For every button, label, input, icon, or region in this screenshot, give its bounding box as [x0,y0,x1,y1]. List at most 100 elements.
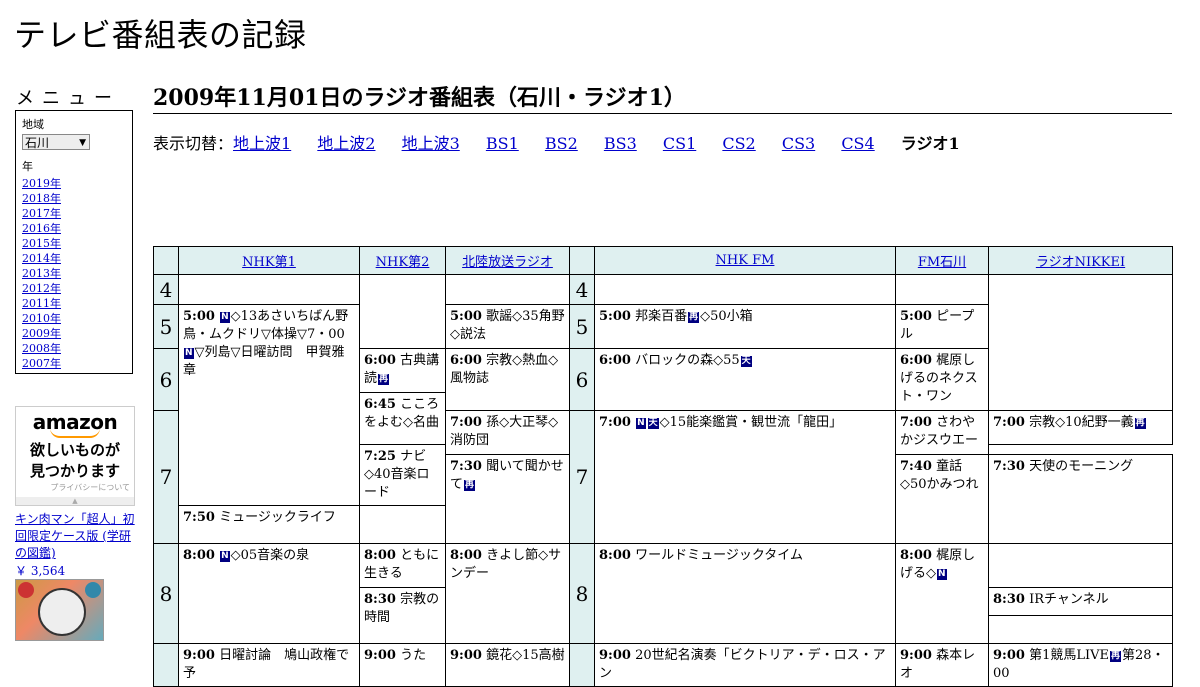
program-title: ◇05音楽の泉 [230,548,310,563]
program-title: 邦楽百番 [635,309,688,324]
switch-link-bs2[interactable]: BS2 [545,134,578,153]
program-time: 8:30 [993,592,1025,607]
channel-header: 北陸放送ラジオ [445,246,570,275]
region-select[interactable]: 石川 ▼ [22,134,90,150]
switch-link-terrestrial1[interactable]: 地上波1 [233,134,291,153]
program-cell[interactable]: 6:45 こころをよむ◇名曲 [359,392,446,445]
program-time: 5:00 [599,309,631,324]
program-cell[interactable]: 8:30 IRチャンネル [988,587,1173,616]
year-link-2018[interactable]: 2018年 [22,191,126,206]
cover-decoration [85,582,101,598]
year-link-2011[interactable]: 2011年 [22,296,126,311]
channel-link-nhk2[interactable]: NHK第2 [376,255,430,270]
program-cell[interactable]: 5:00 N ◇13あさいちばん野鳥・ムクドリ▽体操▽7・00 N ▽列島▽日曜訪問 … [178,304,360,506]
program-cell[interactable]: 9:00 うた [359,643,446,687]
program-time: 5:00 [183,309,215,324]
program-time: 9:00 [450,648,482,663]
program-cell[interactable]: 8:00 ともに生きる [359,543,446,588]
program-cell[interactable]: 7:00 孫◇大正琴◇消防団 [445,410,570,455]
year-link-2019[interactable]: 2019年 [22,176,126,191]
program-title: ▽列島▽日曜訪問 甲賀雅章 [183,345,345,378]
program-cell[interactable]: 7:30 聞いて聞かせて再 [445,454,570,544]
channel-link-nhkfm[interactable]: NHK FM [716,253,775,268]
program-cell[interactable]: 8:00 梶原しげる◇ N [895,543,989,644]
channel-link-mro[interactable]: 北陸放送ラジオ [462,255,553,270]
book-cover-image[interactable] [15,579,104,641]
program-cell[interactable]: 9:00 森本レオ [895,643,989,687]
program-cell[interactable]: 5:00 ピープル [895,304,989,349]
switch-link-cs2[interactable]: CS2 [722,134,755,153]
year-link-2017[interactable]: 2017年 [22,206,126,221]
program-cell[interactable]: 6:00 古典講読再 [359,348,446,393]
year-link-2015[interactable]: 2015年 [22,236,126,251]
switch-link-cs1[interactable]: CS1 [663,134,696,153]
year-link-2007[interactable]: 2007年 [22,356,126,371]
year-link-2016[interactable]: 2016年 [22,221,126,236]
switch-link-terrestrial2[interactable]: 地上波2 [317,134,375,153]
program-cell[interactable]: 7:00 宗教◇10紀野一義再 [988,410,1173,445]
program-cell[interactable]: 8:00 きよし節◇サンデー [445,543,570,644]
program-cell[interactable]: 9:00 日曜討論 鳩山政権で予 [178,643,360,687]
channel-header: NHK第2 [359,246,446,275]
empty-slot [988,274,1173,411]
switch-link-cs3[interactable]: CS3 [782,134,815,153]
empty-slot [178,274,360,305]
program-cell[interactable]: 7:30 天使のモーニング [988,454,1173,544]
program-cell[interactable]: 7:50 ミュージックライフ [178,505,360,544]
hour-label: 8 [153,543,179,644]
ad-privacy-link[interactable]: プライバシーについて [16,482,134,493]
year-link-2009[interactable]: 2009年 [22,326,126,341]
program-time: 8:00 [183,548,215,563]
channel-link-nhk1[interactable]: NHK第1 [242,255,296,270]
amazon-logo: amazon [32,410,118,434]
program-cell[interactable]: 7:00 N 天 ◇15能楽鑑賞・観世流「龍田」 [594,410,896,544]
program-cell[interactable]: 8:00 N ◇05音楽の泉 [178,543,360,644]
menu-label: メニュー [16,88,120,109]
empty-slot [359,274,446,349]
year-link-2013[interactable]: 2013年 [22,266,126,281]
program-cell[interactable]: 5:00 歌謡◇35角野◇説法 [445,304,570,349]
program-title: 20世紀名演奏「ビクトリア・デ・ロス・アン [599,648,886,681]
program-time: 7:30 [450,459,482,474]
program-time: 6:00 [599,353,631,368]
empty-slot [445,274,570,305]
program-title: IRチャンネル [1029,592,1109,607]
amazon-ad[interactable]: amazon 欲しいものが 見つかります プライバシーについて ▲ [15,406,135,506]
program-cell[interactable]: 7:40 童話◇50かみつれ [895,454,989,544]
switch-link-bs3[interactable]: BS3 [604,134,637,153]
switcher-label: 表示切替： [153,134,234,153]
program-cell[interactable]: 7:00 さわやかジスウエー [895,410,989,455]
year-link-2014[interactable]: 2014年 [22,251,126,266]
program-cell[interactable]: 9:00 20世紀名演奏「ビクトリア・デ・ロス・アン [594,643,896,687]
program-cell[interactable]: 7:25 ナビ◇40音楽ロード [359,444,446,506]
program-cell[interactable]: 6:00 バロックの森◇55 天 [594,348,896,411]
hour-label: 4 [153,274,179,305]
hour-label: 5 [569,304,595,349]
program-time: 8:00 [599,548,631,563]
channel-link-radionikkei[interactable]: ラジオNIKKEI [1036,255,1125,270]
year-link-2012[interactable]: 2012年 [22,281,126,296]
empty-slot [895,274,989,305]
program-cell[interactable]: 9:00 鏡花◇15高樹 [445,643,570,687]
rebroadcast-icon: 再 [464,480,476,491]
program-cell[interactable]: 9:00 第1競馬LIVE 再第28・00 [988,643,1173,687]
program-cell[interactable]: 6:00 梶原しげるのネクスト・ワン [895,348,989,411]
channel-link-fmishikawa[interactable]: FM石川 [918,255,966,270]
switch-link-bs1[interactable]: BS1 [486,134,519,153]
program-time: 8:00 [364,548,396,563]
program-grid: NHK第1 NHK第2 北陸放送ラジオ NHK FM FM石川 ラジオNIKKE… [153,246,1173,687]
ad-expand-handle[interactable]: ▲ [16,497,134,505]
program-cell[interactable]: 5:00 邦楽百番再 ◇50小箱 [594,304,896,349]
switch-link-terrestrial3[interactable]: 地上波3 [402,134,460,153]
program-time: 7:00 [900,415,932,430]
program-cell[interactable]: 8:30 宗教の時間 [359,587,446,644]
year-link-2010[interactable]: 2010年 [22,311,126,326]
switch-link-cs4[interactable]: CS4 [841,134,874,153]
year-link-2008[interactable]: 2008年 [22,341,126,356]
program-cell[interactable]: 6:00 宗教◇熱血◇風物誌 [445,348,570,411]
program-time: 8:00 [900,548,932,563]
program-time: 9:00 [599,648,631,663]
book-link[interactable]: キン肉マン「超人」初回限定ケース版 (学研の図鑑) [15,511,139,562]
hour-label: 7 [153,410,179,544]
program-cell[interactable]: 8:00 ワールドミュージックタイム [594,543,896,644]
